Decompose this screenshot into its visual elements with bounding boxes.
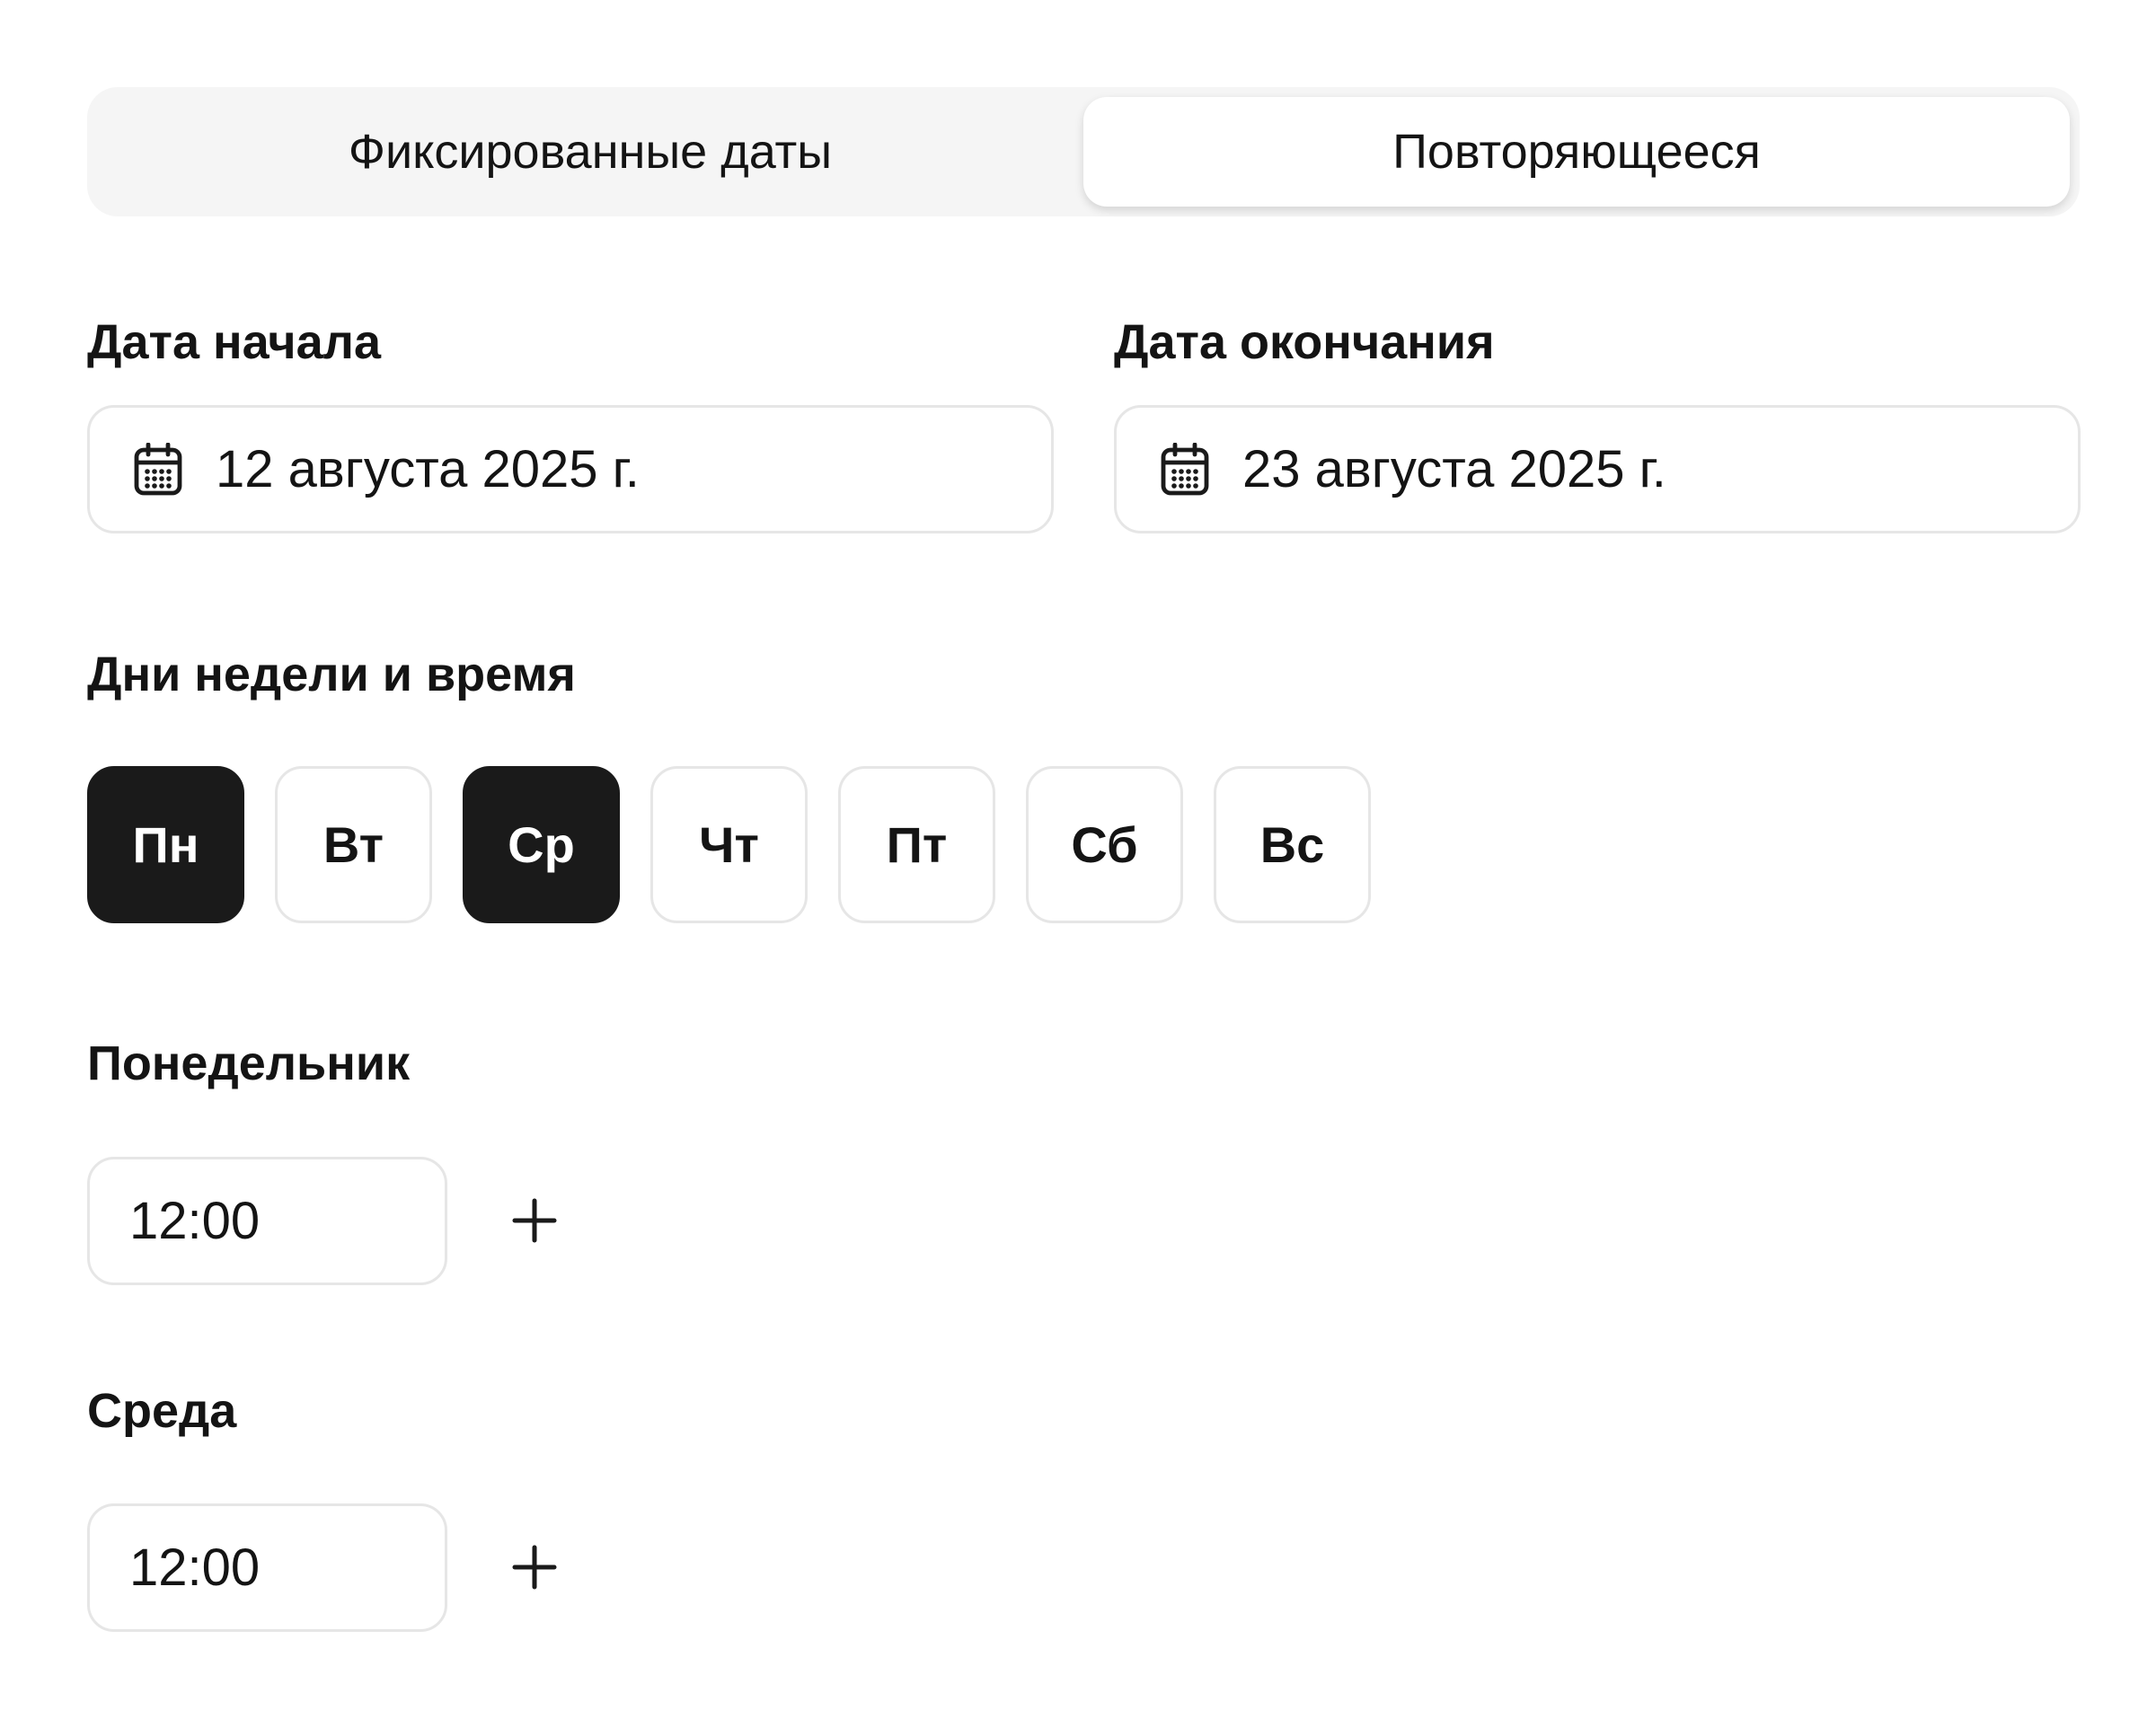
plus-icon	[512, 1198, 557, 1243]
end-date-label: Дата окончания	[1114, 315, 1495, 369]
day-chip-wed[interactable]: Ср	[463, 766, 620, 923]
day-chip-tue[interactable]: Вт	[275, 766, 432, 923]
weekday-selector: Пн Вт Ср Чт Пт Сб Вс	[87, 766, 1371, 923]
weekdays-label: Дни недели и время	[87, 648, 576, 701]
tab-fixed-dates[interactable]: Фиксированные даты	[97, 97, 1083, 207]
day-chip-mon[interactable]: Пн	[87, 766, 244, 923]
schedule-type-switch: Фиксированные даты Повторяющееся	[87, 87, 2080, 216]
calendar-icon	[1161, 442, 1209, 495]
day-chip-sun[interactable]: Вс	[1214, 766, 1371, 923]
start-date-label: Дата начала	[87, 315, 382, 369]
wednesday-label: Среда	[87, 1384, 237, 1438]
recurring-schedule-form: Фиксированные даты Повторяющееся Дата на…	[0, 0, 2156, 1710]
tab-recurring[interactable]: Повторяющееся	[1083, 97, 2070, 207]
day-chip-sat[interactable]: Сб	[1026, 766, 1183, 923]
calendar-icon	[134, 442, 182, 495]
monday-label: Понедельник	[87, 1036, 411, 1090]
end-date-field[interactable]: 23 августа 2025 г.	[1114, 405, 2081, 533]
end-date-value: 23 августа 2025 г.	[1242, 440, 1666, 498]
monday-time-input[interactable]: 12:00	[87, 1157, 447, 1285]
wednesday-add-time-button[interactable]	[508, 1540, 561, 1594]
wednesday-time-input[interactable]: 12:00	[87, 1503, 447, 1632]
start-date-value: 12 августа 2025 г.	[216, 440, 640, 498]
plus-icon	[512, 1545, 557, 1590]
monday-add-time-button[interactable]	[508, 1194, 561, 1247]
day-chip-fri[interactable]: Пт	[838, 766, 995, 923]
day-chip-thu[interactable]: Чт	[650, 766, 808, 923]
start-date-field[interactable]: 12 августа 2025 г.	[87, 405, 1054, 533]
